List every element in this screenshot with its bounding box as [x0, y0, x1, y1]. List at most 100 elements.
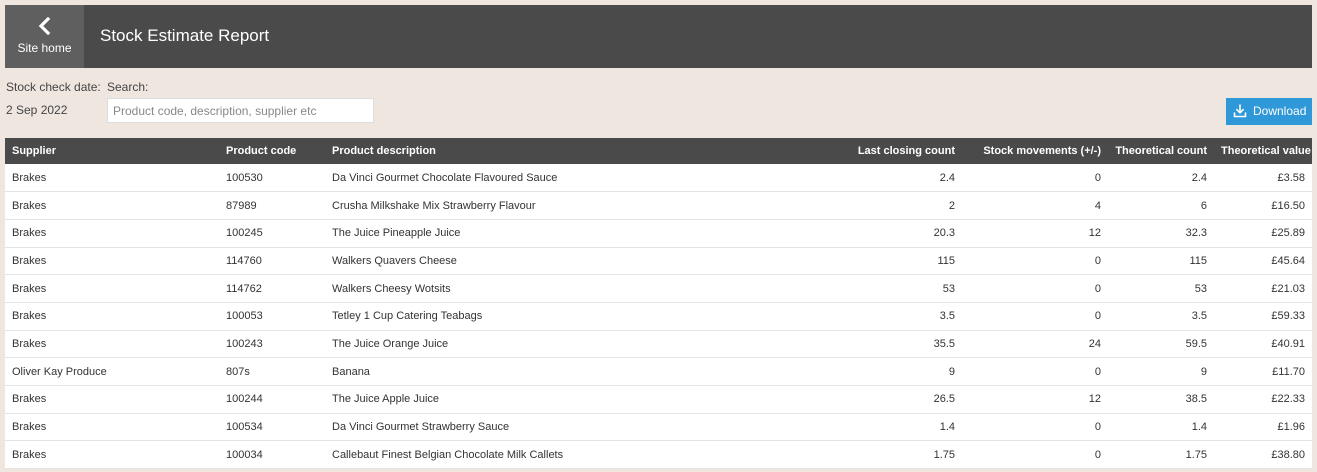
cell-theoretical-count: 38.5	[1108, 385, 1214, 414]
table-row: Brakes 114762 Walkers Cheesy Wotsits 53 …	[5, 274, 1312, 303]
download-icon	[1233, 104, 1247, 118]
table-row: Brakes 100534 Da Vinci Gourmet Strawberr…	[5, 413, 1312, 442]
cell-stock-movements: 0	[962, 164, 1108, 193]
cell-theoretical-value: £3.58	[1214, 164, 1312, 193]
cell-stock-movements: 12	[962, 385, 1108, 414]
cell-last-closing-count: 3.5	[730, 302, 962, 331]
cell-stock-movements: 0	[962, 413, 1108, 442]
search-label: Search:	[107, 80, 149, 94]
table-row: Brakes 100245 The Juice Pineapple Juice …	[5, 219, 1312, 248]
cell-supplier: Brakes	[5, 191, 219, 220]
stock-check-date-value: 2 Sep 2022	[6, 103, 68, 117]
cell-supplier: Brakes	[5, 330, 219, 359]
cell-theoretical-value: £45.64	[1214, 247, 1312, 276]
cell-theoretical-count: 59.5	[1108, 330, 1214, 359]
cell-theoretical-count: 2.4	[1108, 164, 1214, 193]
table-header-row: Supplier Product code Product descriptio…	[5, 138, 1312, 164]
cell-theoretical-value: £21.03	[1214, 274, 1312, 303]
table-row: Brakes 100244 The Juice Apple Juice 26.5…	[5, 385, 1312, 414]
cell-stock-movements: 0	[962, 274, 1108, 303]
cell-theoretical-count: 6	[1108, 191, 1214, 220]
cell-product-description: Walkers Cheesy Wotsits	[325, 274, 730, 303]
cell-last-closing-count: 9	[730, 357, 962, 386]
table-row: Brakes 100053 Tetley 1 Cup Catering Teab…	[5, 302, 1312, 331]
cell-product-description: Tetley 1 Cup Catering Teabags	[325, 302, 730, 331]
cell-product-description: Crusha Milkshake Mix Strawberry Flavour	[325, 191, 730, 220]
cell-theoretical-count: 53	[1108, 274, 1214, 303]
cell-product-code: 100530	[219, 164, 325, 193]
cell-last-closing-count: 115	[730, 247, 962, 276]
cell-theoretical-value: £11.70	[1214, 357, 1312, 386]
cell-last-closing-count: 2.4	[730, 164, 962, 193]
cell-product-description: Da Vinci Gourmet Chocolate Flavoured Sau…	[325, 164, 730, 193]
cell-theoretical-value: £1.96	[1214, 413, 1312, 442]
cell-theoretical-count: 115	[1108, 247, 1214, 276]
download-button[interactable]: Download	[1226, 98, 1312, 125]
cell-product-description: The Juice Orange Juice	[325, 330, 730, 359]
chevron-left-icon	[38, 17, 51, 35]
column-header-product-description[interactable]: Product description	[325, 138, 730, 164]
column-header-stock-movements[interactable]: Stock movements (+/-)	[962, 138, 1108, 164]
cell-supplier: Brakes	[5, 274, 219, 303]
cell-stock-movements: 0	[962, 247, 1108, 276]
cell-product-code: 100534	[219, 413, 325, 442]
cell-product-code: 100244	[219, 385, 325, 414]
cell-product-code: 114762	[219, 274, 325, 303]
cell-product-code: 100243	[219, 330, 325, 359]
cell-product-description: The Juice Pineapple Juice	[325, 219, 730, 248]
cell-theoretical-value: £16.50	[1214, 191, 1312, 220]
cell-last-closing-count: 35.5	[730, 330, 962, 359]
cell-last-closing-count: 1.4	[730, 413, 962, 442]
cell-product-description: The Juice Apple Juice	[325, 385, 730, 414]
cell-product-code: 807s	[219, 357, 325, 386]
cell-supplier: Brakes	[5, 385, 219, 414]
cell-product-description: Callebaut Finest Belgian Chocolate Milk …	[325, 440, 730, 470]
cell-theoretical-count: 1.75	[1108, 440, 1214, 470]
table-row: Brakes 100243 The Juice Orange Juice 35.…	[5, 330, 1312, 359]
search-input[interactable]	[107, 98, 374, 123]
cell-product-code: 114760	[219, 247, 325, 276]
site-home-button[interactable]: Site home	[5, 5, 84, 68]
cell-theoretical-count: 3.5	[1108, 302, 1214, 331]
cell-supplier: Oliver Kay Produce	[5, 357, 219, 386]
cell-theoretical-value: £25.89	[1214, 219, 1312, 248]
cell-stock-movements: 24	[962, 330, 1108, 359]
column-header-last-closing-count[interactable]: Last closing count	[730, 138, 962, 164]
cell-stock-movements: 0	[962, 357, 1108, 386]
column-header-theoretical-count[interactable]: Theoretical count	[1108, 138, 1214, 164]
cell-stock-movements: 0	[962, 302, 1108, 331]
table-row: Brakes 100530 Da Vinci Gourmet Chocolate…	[5, 164, 1312, 193]
cell-supplier: Brakes	[5, 164, 219, 193]
cell-last-closing-count: 2	[730, 191, 962, 220]
page-title: Stock Estimate Report	[100, 26, 270, 45]
cell-stock-movements: 0	[962, 440, 1108, 470]
cell-product-description: Banana	[325, 357, 730, 386]
cell-theoretical-count: 32.3	[1108, 219, 1214, 248]
cell-theoretical-value: £22.33	[1214, 385, 1312, 414]
table-row: Brakes 100034 Callebaut Finest Belgian C…	[5, 440, 1312, 470]
cell-supplier: Brakes	[5, 302, 219, 331]
cell-product-code: 100034	[219, 440, 325, 470]
cell-theoretical-value: £38.80	[1214, 440, 1312, 470]
cell-supplier: Brakes	[5, 440, 219, 470]
column-header-supplier[interactable]: Supplier	[5, 138, 219, 164]
cell-product-description: Walkers Quavers Cheese	[325, 247, 730, 276]
table-row: Brakes 114760 Walkers Quavers Cheese 115…	[5, 247, 1312, 276]
download-label: Download	[1253, 104, 1307, 118]
site-home-label: Site home	[17, 41, 72, 55]
app-header: Site home Stock Estimate Report	[5, 5, 1312, 68]
cell-theoretical-count: 1.4	[1108, 413, 1214, 442]
cell-theoretical-count: 9	[1108, 357, 1214, 386]
cell-product-code: 100053	[219, 302, 325, 331]
table-row: Brakes 87989 Crusha Milkshake Mix Strawb…	[5, 191, 1312, 220]
cell-last-closing-count: 53	[730, 274, 962, 303]
cell-product-code: 100245	[219, 219, 325, 248]
cell-last-closing-count: 20.3	[730, 219, 962, 248]
cell-stock-movements: 12	[962, 219, 1108, 248]
column-header-product-code[interactable]: Product code	[219, 138, 325, 164]
cell-theoretical-value: £40.91	[1214, 330, 1312, 359]
cell-stock-movements: 4	[962, 191, 1108, 220]
cell-supplier: Brakes	[5, 413, 219, 442]
column-header-theoretical-value[interactable]: Theoretical value	[1214, 138, 1312, 164]
cell-supplier: Brakes	[5, 219, 219, 248]
